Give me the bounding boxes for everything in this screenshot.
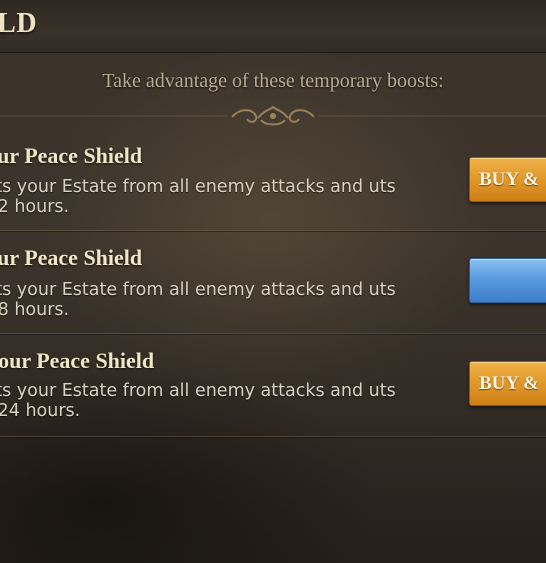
scroll-ornament-icon xyxy=(0,105,546,126)
item-title: Hour Peace Shield xyxy=(0,143,143,168)
item-title: Hour Peace Shield xyxy=(0,245,143,270)
item-description: tects your Estate from all enemy attacks… xyxy=(0,177,396,217)
intro-subtitle: Take advantage of these temporary boosts… xyxy=(102,70,444,92)
item-description: tects your Estate from all enemy attacks… xyxy=(0,381,396,421)
row-divider xyxy=(0,436,546,437)
item-description: tects your Estate from all enemy attacks… xyxy=(0,280,396,320)
item-title: Hour Peace Shield xyxy=(0,348,155,373)
buy-button[interactable]: BUY & xyxy=(469,361,546,406)
active-button[interactable] xyxy=(469,258,546,303)
shop-item-24h: Hour Peace Shield tects your Estate from… xyxy=(0,334,546,437)
header-bar: ELD xyxy=(0,0,546,53)
shield-shop-screen: ELD Take advantage of these temporary bo… xyxy=(0,0,546,563)
shop-item-2h: Hour Peace Shield tects your Estate from… xyxy=(0,143,546,231)
buy-button-label: BUY & xyxy=(479,169,539,190)
buy-button-label: BUY & xyxy=(479,373,539,394)
buy-button[interactable]: BUY & xyxy=(469,157,546,202)
shop-item-8h: Hour Peace Shield tects your Estate from… xyxy=(0,231,546,334)
screen-title: ELD xyxy=(0,8,38,39)
intro-text: Take advantage of these temporary boosts… xyxy=(0,70,546,93)
